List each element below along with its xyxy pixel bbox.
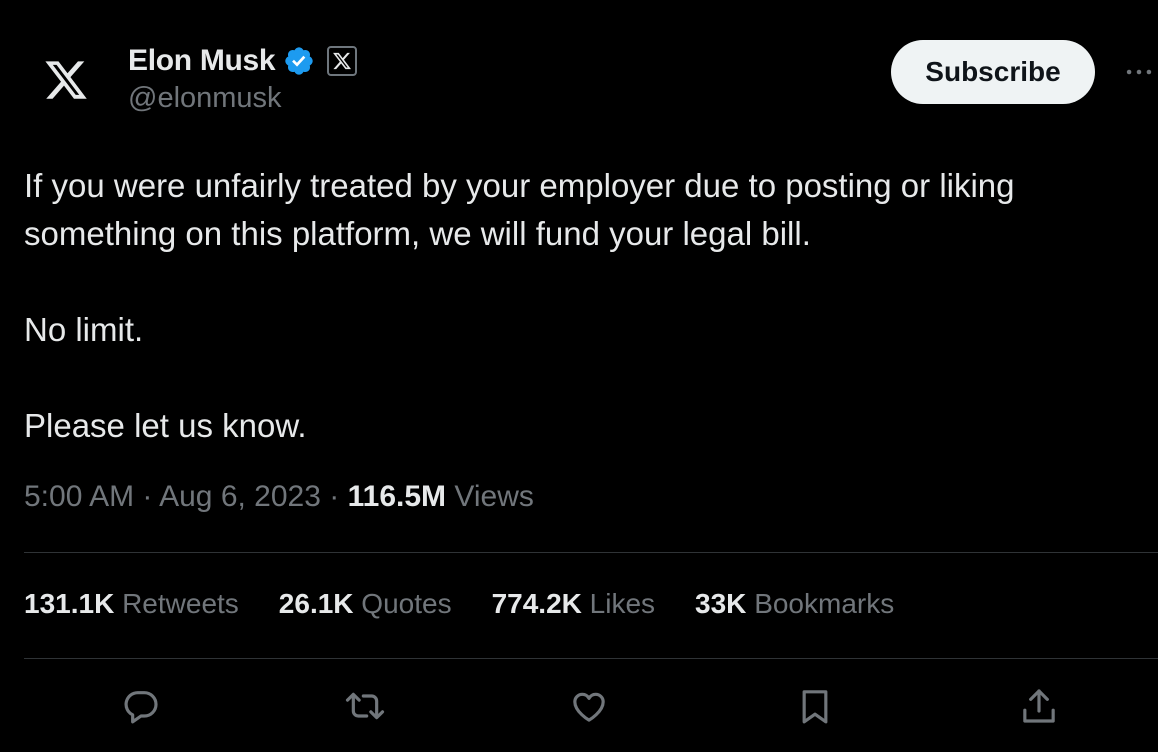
affiliation-badge[interactable] xyxy=(327,46,358,76)
subscribe-button[interactable]: Subscribe xyxy=(891,40,1095,104)
tweet-line: No limit. xyxy=(24,311,144,348)
more-dots-icon xyxy=(1126,69,1152,75)
x-logo-icon xyxy=(333,52,352,70)
tweet-date[interactable]: Aug 6, 2023 xyxy=(159,480,321,513)
stat-label: Quotes xyxy=(361,588,452,619)
tweet-meta: 5:00 AM · Aug 6, 2023 · 116.5M Views xyxy=(24,480,534,514)
stat-label: Bookmarks xyxy=(754,588,895,619)
retweet-icon xyxy=(345,692,385,720)
engagement-stats: 131.1K Retweets 26.1K Quotes 774.2K Like… xyxy=(24,588,894,620)
stat-quotes[interactable]: 26.1K Quotes xyxy=(279,588,452,620)
stat-bookmarks[interactable]: 33K Bookmarks xyxy=(695,588,894,620)
more-options-button[interactable] xyxy=(1120,54,1158,90)
share-icon xyxy=(1023,689,1055,723)
bookmark-button[interactable] xyxy=(793,684,837,728)
reply-icon xyxy=(124,691,158,724)
meta-separator: · xyxy=(329,480,340,513)
like-icon xyxy=(573,692,605,722)
share-button[interactable] xyxy=(1017,684,1061,728)
views-count: 116.5M xyxy=(347,480,447,513)
author-name-row: Elon Musk xyxy=(128,42,358,80)
author-display-name[interactable]: Elon Musk xyxy=(128,44,276,78)
tweet-text: If you were unfairly treated by your emp… xyxy=(24,162,1134,450)
stat-count: 33K xyxy=(695,588,747,619)
reply-button[interactable] xyxy=(119,684,163,728)
stat-label: Likes xyxy=(589,588,656,619)
stat-likes[interactable]: 774.2K Likes xyxy=(492,588,655,620)
stat-label: Retweets xyxy=(122,588,239,619)
avatar[interactable] xyxy=(28,42,104,118)
like-button[interactable] xyxy=(567,684,611,728)
bookmark-icon xyxy=(802,690,828,724)
stat-retweets[interactable]: 131.1K Retweets xyxy=(24,588,239,620)
views-label: Views xyxy=(454,480,534,513)
tweet-line: something on this platform, we will fund… xyxy=(24,215,811,252)
x-logo-icon xyxy=(45,61,87,99)
stat-count: 131.1K xyxy=(24,588,115,619)
stat-count: 774.2K xyxy=(491,588,582,619)
retweet-button[interactable] xyxy=(343,684,387,728)
divider xyxy=(24,552,1158,553)
tweet-detail: Elon Musk @elonmusk Subscribe If you wer… xyxy=(0,0,1158,752)
tweet-time[interactable]: 5:00 AM xyxy=(24,480,134,513)
tweet-line: If you were unfairly treated by your emp… xyxy=(24,167,1015,204)
stat-count: 26.1K xyxy=(278,588,354,619)
meta-separator: · xyxy=(142,480,153,513)
verified-badge-icon[interactable] xyxy=(283,45,315,77)
author-handle[interactable]: @elonmusk xyxy=(128,82,282,115)
tweet-line: Please let us know. xyxy=(24,407,307,444)
divider xyxy=(24,658,1158,659)
